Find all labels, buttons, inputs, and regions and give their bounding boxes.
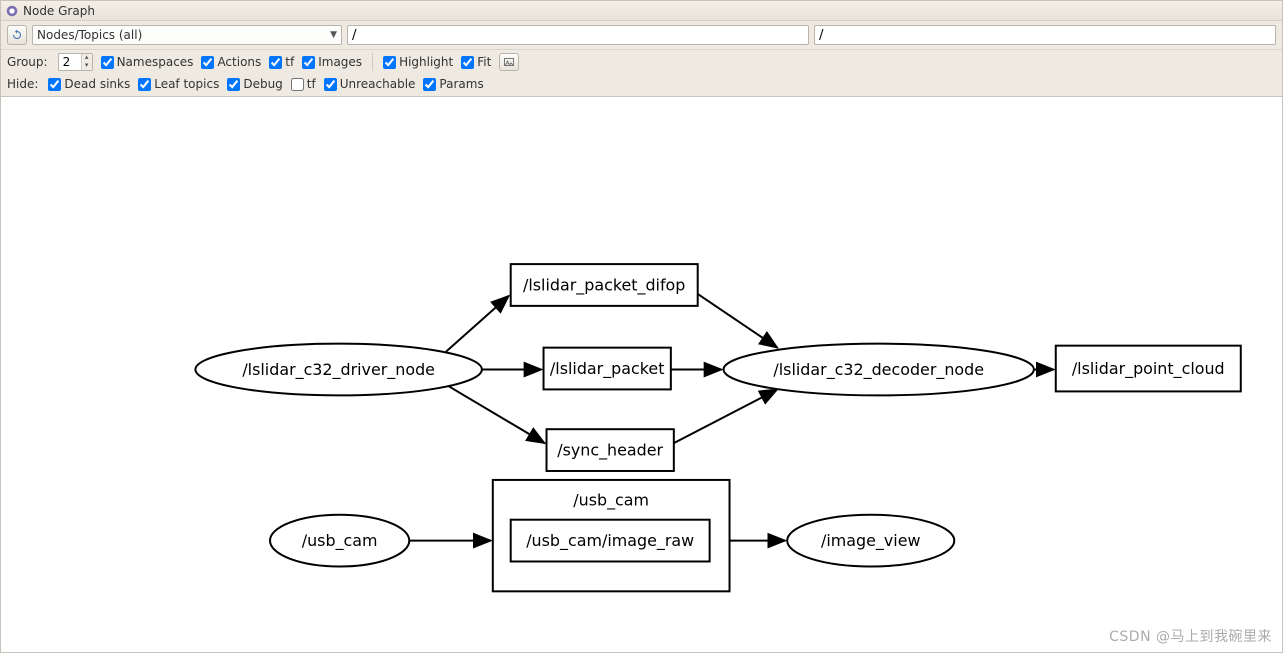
topic-sync-header-label: /sync_header xyxy=(557,441,663,461)
filter-input-1[interactable] xyxy=(347,25,809,45)
node-usb-cam-label: /usb_cam xyxy=(302,531,378,551)
filter-input-2[interactable] xyxy=(814,25,1276,45)
image-icon xyxy=(503,56,515,68)
toolbar: Nodes/Topics (all) ▼ xyxy=(1,21,1282,50)
dead-sinks-checkbox[interactable]: Dead sinks xyxy=(48,77,130,91)
leaf-topics-checkbox[interactable]: Leaf topics xyxy=(138,77,219,91)
images-checkbox[interactable]: Images xyxy=(302,55,362,69)
namespace-usb-cam-label: /usb_cam xyxy=(573,490,649,510)
unreachable-checkbox[interactable]: Unreachable xyxy=(324,77,416,91)
topic-packet-label: /lslidar_packet xyxy=(550,359,665,379)
hide-tf-checkbox[interactable]: tf xyxy=(291,77,316,91)
params-checkbox[interactable]: Params xyxy=(423,77,483,91)
fit-checkbox[interactable]: Fit xyxy=(461,55,491,69)
graph-canvas[interactable]: /lslidar_c32_driver_node /lslidar_packet… xyxy=(1,96,1282,652)
group-label: Group: xyxy=(7,55,48,69)
app-icon xyxy=(5,4,19,18)
combo-value: Nodes/Topics (all) xyxy=(37,28,142,42)
spin-down-icon[interactable]: ▾ xyxy=(82,62,92,70)
title-bar: Node Graph xyxy=(1,1,1282,21)
save-image-button[interactable] xyxy=(499,53,519,71)
actions-checkbox[interactable]: Actions xyxy=(201,55,261,69)
chevron-down-icon: ▼ xyxy=(324,30,337,40)
group-value-input[interactable] xyxy=(59,54,81,70)
tf-checkbox[interactable]: tf xyxy=(269,55,294,69)
highlight-checkbox[interactable]: Highlight xyxy=(383,55,453,69)
separator xyxy=(372,53,373,71)
group-spinbox[interactable]: ▴ ▾ xyxy=(58,53,93,71)
hide-row: Hide: Dead sinks Leaf topics Debug tf Un… xyxy=(1,74,1282,94)
debug-checkbox[interactable]: Debug xyxy=(227,77,282,91)
window-title: Node Graph xyxy=(23,1,95,21)
node-decoder-label: /lslidar_c32_decoder_node xyxy=(773,360,984,380)
topic-packet-difop-label: /lslidar_packet_difop xyxy=(523,275,685,295)
node-driver-label: /lslidar_c32_driver_node xyxy=(242,360,435,380)
topic-point-cloud-label: /lslidar_point_cloud xyxy=(1072,359,1225,379)
hide-label: Hide: xyxy=(7,77,38,91)
refresh-icon xyxy=(11,29,23,41)
node-image-view-label: /image_view xyxy=(821,531,920,551)
graph-type-combo[interactable]: Nodes/Topics (all) ▼ xyxy=(32,25,342,45)
refresh-button[interactable] xyxy=(7,25,27,45)
options-row: Group: ▴ ▾ Namespaces Actions tf Images … xyxy=(1,50,1282,74)
topic-image-raw-label: /usb_cam/image_raw xyxy=(526,531,694,551)
namespaces-checkbox[interactable]: Namespaces xyxy=(101,55,194,69)
